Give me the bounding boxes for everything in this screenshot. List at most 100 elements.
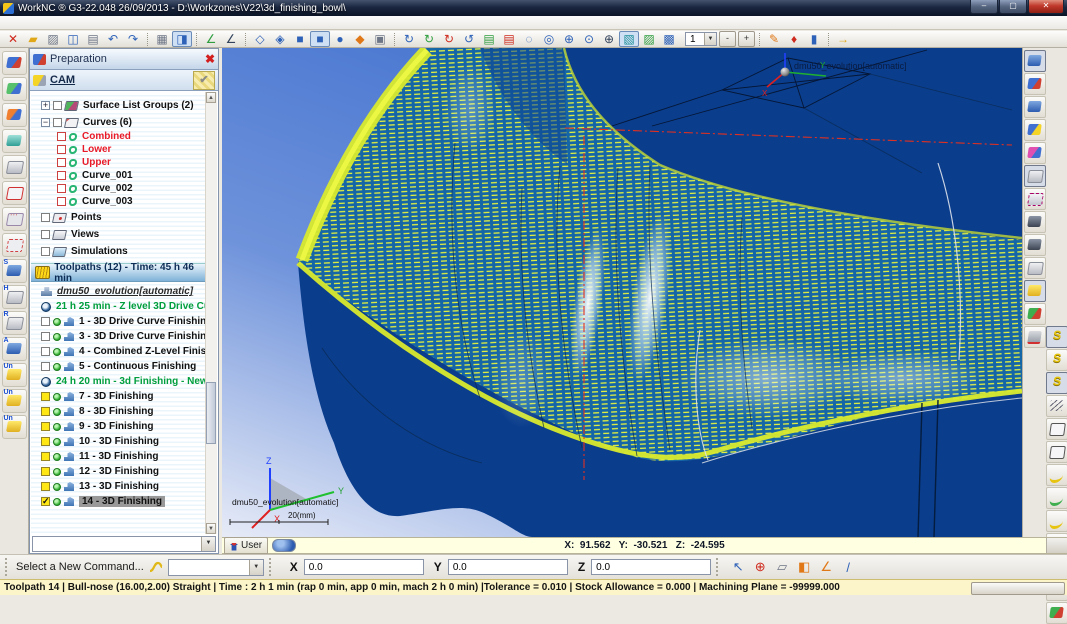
toolpath-checkbox[interactable] (41, 317, 50, 326)
cube-purge-icon[interactable] (1024, 142, 1046, 164)
maximize-button[interactable]: ▢ (999, 0, 1027, 14)
orbit-view-icon[interactable]: ⊙ (579, 31, 599, 47)
visibility-checkbox[interactable] (57, 197, 66, 206)
view-hidden-line-icon[interactable]: ◈ (270, 31, 290, 47)
cam-validate-icon[interactable]: ✔ (193, 71, 215, 90)
scroll-down-icon[interactable]: ▼ (206, 523, 216, 534)
rotate-free-icon[interactable]: ↺ (459, 31, 479, 47)
list-add-icon[interactable]: ▤ (479, 31, 499, 47)
toolpaths-header[interactable]: Toolpaths (12) - Time: 45 h 46 min (31, 263, 206, 282)
view-wireframe-icon[interactable]: ◇ (250, 31, 270, 47)
surface-zone-icon[interactable] (2, 233, 27, 257)
chevron-down-icon[interactable]: ▼ (704, 33, 716, 45)
visibility-checkbox[interactable] (41, 230, 50, 239)
toolpath-checkbox[interactable] (41, 482, 50, 491)
print-icon[interactable]: ▤ (83, 31, 103, 47)
visibility-checkbox[interactable] (57, 145, 66, 154)
visibility-checkbox[interactable] (57, 171, 66, 180)
entity-filter-icon[interactable] (1024, 188, 1046, 210)
tool-axis-icon[interactable]: A (2, 337, 27, 361)
toolpath-checkbox[interactable] (41, 437, 50, 446)
zoom-window-icon[interactable]: ◎ (539, 31, 559, 47)
chevron-down-icon[interactable]: ▼ (249, 560, 263, 575)
toolbar-grip[interactable] (5, 558, 11, 576)
view-sphere-icon[interactable]: ● (330, 31, 350, 47)
visibility-checkbox[interactable] (53, 118, 62, 127)
toolpath-item[interactable]: 11 - 3D Finishing (31, 449, 206, 464)
toolpath-points-icon[interactable] (1046, 372, 1067, 394)
close-button[interactable]: ✕ (1028, 0, 1064, 14)
stock-icon[interactable]: R (2, 311, 27, 335)
toolpath-checkbox[interactable] (41, 497, 50, 506)
surface-select-icon[interactable] (2, 129, 27, 153)
scroll-up-icon[interactable]: ▲ (206, 92, 216, 103)
toolpath-item[interactable]: 10 - 3D Finishing (31, 434, 206, 449)
toolpath-checkbox[interactable] (41, 347, 50, 356)
toolpath-item[interactable]: dmu50_evolution[automatic] (31, 284, 206, 299)
tree-scrollbar[interactable]: ▲ ▼ (205, 92, 217, 534)
visibility-checkbox[interactable] (41, 213, 50, 222)
clamp-view-icon[interactable] (1024, 234, 1046, 256)
redo-icon[interactable]: ↷ (123, 31, 143, 47)
x-coordinate-input[interactable] (304, 559, 424, 575)
toolpath-item[interactable]: 24 h 20 min - 3d Finishing - New Strat (31, 374, 206, 389)
minimize-button[interactable]: – (970, 0, 998, 14)
toolpath-checkbox[interactable] (41, 362, 50, 371)
align-xz-plane-icon[interactable]: ▧ (619, 31, 639, 47)
rotate-y-view-icon[interactable]: ↻ (419, 31, 439, 47)
status-right-button[interactable] (971, 582, 1065, 595)
toolpath-item[interactable]: 12 - 3D Finishing (31, 464, 206, 479)
curve-import-icon[interactable] (2, 103, 27, 127)
tree-item[interactable]: Upper (31, 156, 206, 169)
toolpath-checkbox[interactable] (41, 452, 50, 461)
toolpath-checkbox[interactable] (41, 467, 50, 476)
toolpath-checkbox[interactable] (41, 392, 50, 401)
view-shaded-icon[interactable]: ■ (310, 31, 330, 47)
visibility-checkbox[interactable] (57, 132, 66, 141)
curve-arrow-icon[interactable] (1046, 510, 1067, 532)
z-limits-icon[interactable] (1046, 602, 1067, 624)
toolpath-item[interactable]: 9 - 3D Finishing (31, 419, 206, 434)
cursor-help-icon[interactable]: ↖ (727, 558, 749, 576)
list-remove-icon[interactable]: ▤ (499, 31, 519, 47)
curve-green-icon[interactable] (1046, 487, 1067, 509)
curve-plane-icon[interactable] (1046, 418, 1067, 440)
chevron-down-icon[interactable]: ▼ (201, 537, 215, 551)
plane-select-icon[interactable]: ▱ (771, 558, 793, 576)
axis-trihedron-icon[interactable]: ∠ (201, 31, 221, 47)
save-icon[interactable]: ◫ (63, 31, 83, 47)
expand-toggle-icon[interactable] (41, 118, 50, 127)
un-batch-icon[interactable]: Un (2, 415, 27, 439)
import-icon[interactable]: ▨ (43, 31, 63, 47)
pan-view-icon[interactable]: ⊕ (559, 31, 579, 47)
view-prev-button[interactable]: - (719, 31, 736, 47)
toolpath-show-icon[interactable] (1046, 326, 1067, 348)
zoom-points-icon[interactable]: ⊕ (749, 558, 771, 576)
align-yz-plane-icon[interactable]: ▨ (639, 31, 659, 47)
holder-icon[interactable]: H (2, 285, 27, 309)
tree-item[interactable]: Simulations (31, 244, 206, 259)
collision-view-icon[interactable] (1024, 326, 1046, 348)
toolpath-segment-icon[interactable] (1046, 349, 1067, 371)
tree-item[interactable]: Views (31, 227, 206, 242)
analysis-icon[interactable]: ♦ (784, 31, 804, 47)
sequence-icon[interactable]: S (2, 259, 27, 283)
toolpath-item[interactable]: 21 h 25 min - Z level 3D Drive Curve & (31, 299, 206, 314)
bend-arrow-icon[interactable]: → (833, 31, 853, 47)
preparation-header[interactable]: Preparation ✖ (30, 49, 218, 70)
zoom-dynamic-icon[interactable]: ◌ (519, 31, 539, 47)
scrollbar-thumb[interactable] (206, 382, 216, 444)
cube-rotate-icon[interactable] (1024, 119, 1046, 141)
shade-check-icon[interactable] (1024, 50, 1046, 72)
panel-close-icon[interactable]: ✖ (205, 53, 215, 65)
toolpath-item[interactable]: 5 - Continuous Finishing (31, 359, 206, 374)
view-solid-icon[interactable]: ■ (290, 31, 310, 47)
cube-delete-icon[interactable] (1024, 73, 1046, 95)
holder-view-icon[interactable] (1024, 211, 1046, 233)
un-edit-icon[interactable]: Un (2, 363, 27, 387)
center-view-icon[interactable]: ⊕ (599, 31, 619, 47)
tree-item[interactable]: Surface List Groups (2) (31, 98, 206, 113)
rotate-x-view-icon[interactable]: ↻ (399, 31, 419, 47)
tree-item[interactable]: Curve_002 (31, 182, 206, 195)
cam-header[interactable]: CAM ✔ (30, 70, 218, 91)
